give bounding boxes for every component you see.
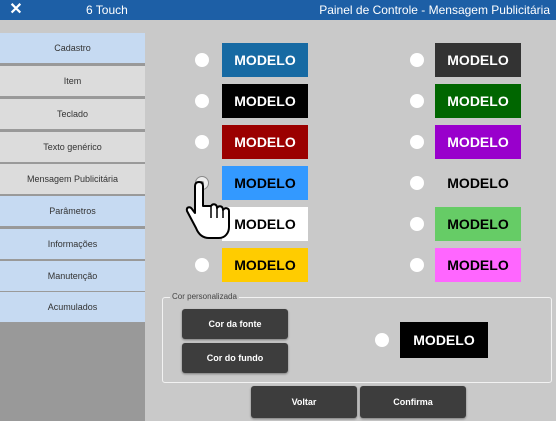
sidebar-item-cadastro[interactable]: Cadastro	[0, 33, 145, 64]
close-icon[interactable]: ✕	[8, 1, 24, 19]
sidebar-item-item[interactable]: Item	[0, 66, 145, 97]
sidebar-item-acumulados[interactable]: Acumulados	[0, 292, 145, 323]
swatch-left-3[interactable]: MODELO	[222, 166, 308, 200]
sidebar-item-informacoes[interactable]: Informações	[0, 229, 145, 260]
swatch-right-5[interactable]: MODELO	[435, 248, 521, 282]
swatch-left-5[interactable]: MODELO	[222, 248, 308, 282]
radio-right-4[interactable]	[410, 217, 424, 231]
radio-left-2[interactable]	[195, 135, 209, 149]
radio-left-1[interactable]	[195, 94, 209, 108]
sidebar-item-manutencao[interactable]: Manutenção	[0, 261, 145, 292]
background-color-button[interactable]: Cor do fundo	[182, 343, 288, 373]
swatch-right-3[interactable]: MODELO	[435, 166, 521, 200]
radio-right-0[interactable]	[410, 53, 424, 67]
sidebar-item-texto-generico[interactable]: Texto genérico	[0, 132, 145, 163]
window-title: Painel de Controle - Mensagem Publicitár…	[319, 3, 550, 17]
sidebar-item-parametros[interactable]: Parâmetros	[0, 196, 145, 227]
title-bar: ✕ 6 Touch Painel de Controle - Mensagem …	[0, 0, 556, 20]
radio-left-4[interactable]	[195, 217, 209, 231]
swatch-right-2[interactable]: MODELO	[435, 125, 521, 159]
swatch-right-0[interactable]: MODELO	[435, 43, 521, 77]
swatch-left-4[interactable]: MODELO	[222, 207, 308, 241]
radio-left-0[interactable]	[195, 53, 209, 67]
swatch-left-2[interactable]: MODELO	[222, 125, 308, 159]
sidebar: Cadastro Item Teclado Texto genérico Men…	[0, 33, 145, 421]
radio-left-5[interactable]	[195, 258, 209, 272]
swatch-right-4[interactable]: MODELO	[435, 207, 521, 241]
font-color-button[interactable]: Cor da fonte	[182, 309, 288, 339]
swatch-right-1[interactable]: MODELO	[435, 84, 521, 118]
sidebar-item-mensagem-publicitaria[interactable]: Mensagem Publicitária	[0, 164, 145, 195]
radio-right-2[interactable]	[410, 135, 424, 149]
swatch-left-0[interactable]: MODELO	[222, 43, 308, 77]
radio-custom[interactable]	[375, 333, 389, 347]
confirm-button[interactable]: Confirma	[360, 386, 466, 418]
radio-right-5[interactable]	[410, 258, 424, 272]
custom-color-legend: Cor personalizada	[170, 292, 239, 301]
back-button[interactable]: Voltar	[251, 386, 357, 418]
custom-preview-swatch[interactable]: MODELO	[400, 322, 488, 358]
radio-left-3[interactable]	[195, 176, 209, 190]
sidebar-item-teclado[interactable]: Teclado	[0, 99, 145, 130]
radio-right-1[interactable]	[410, 94, 424, 108]
swatch-left-1[interactable]: MODELO	[222, 84, 308, 118]
app-name: 6 Touch	[86, 3, 128, 17]
radio-right-3[interactable]	[410, 176, 424, 190]
